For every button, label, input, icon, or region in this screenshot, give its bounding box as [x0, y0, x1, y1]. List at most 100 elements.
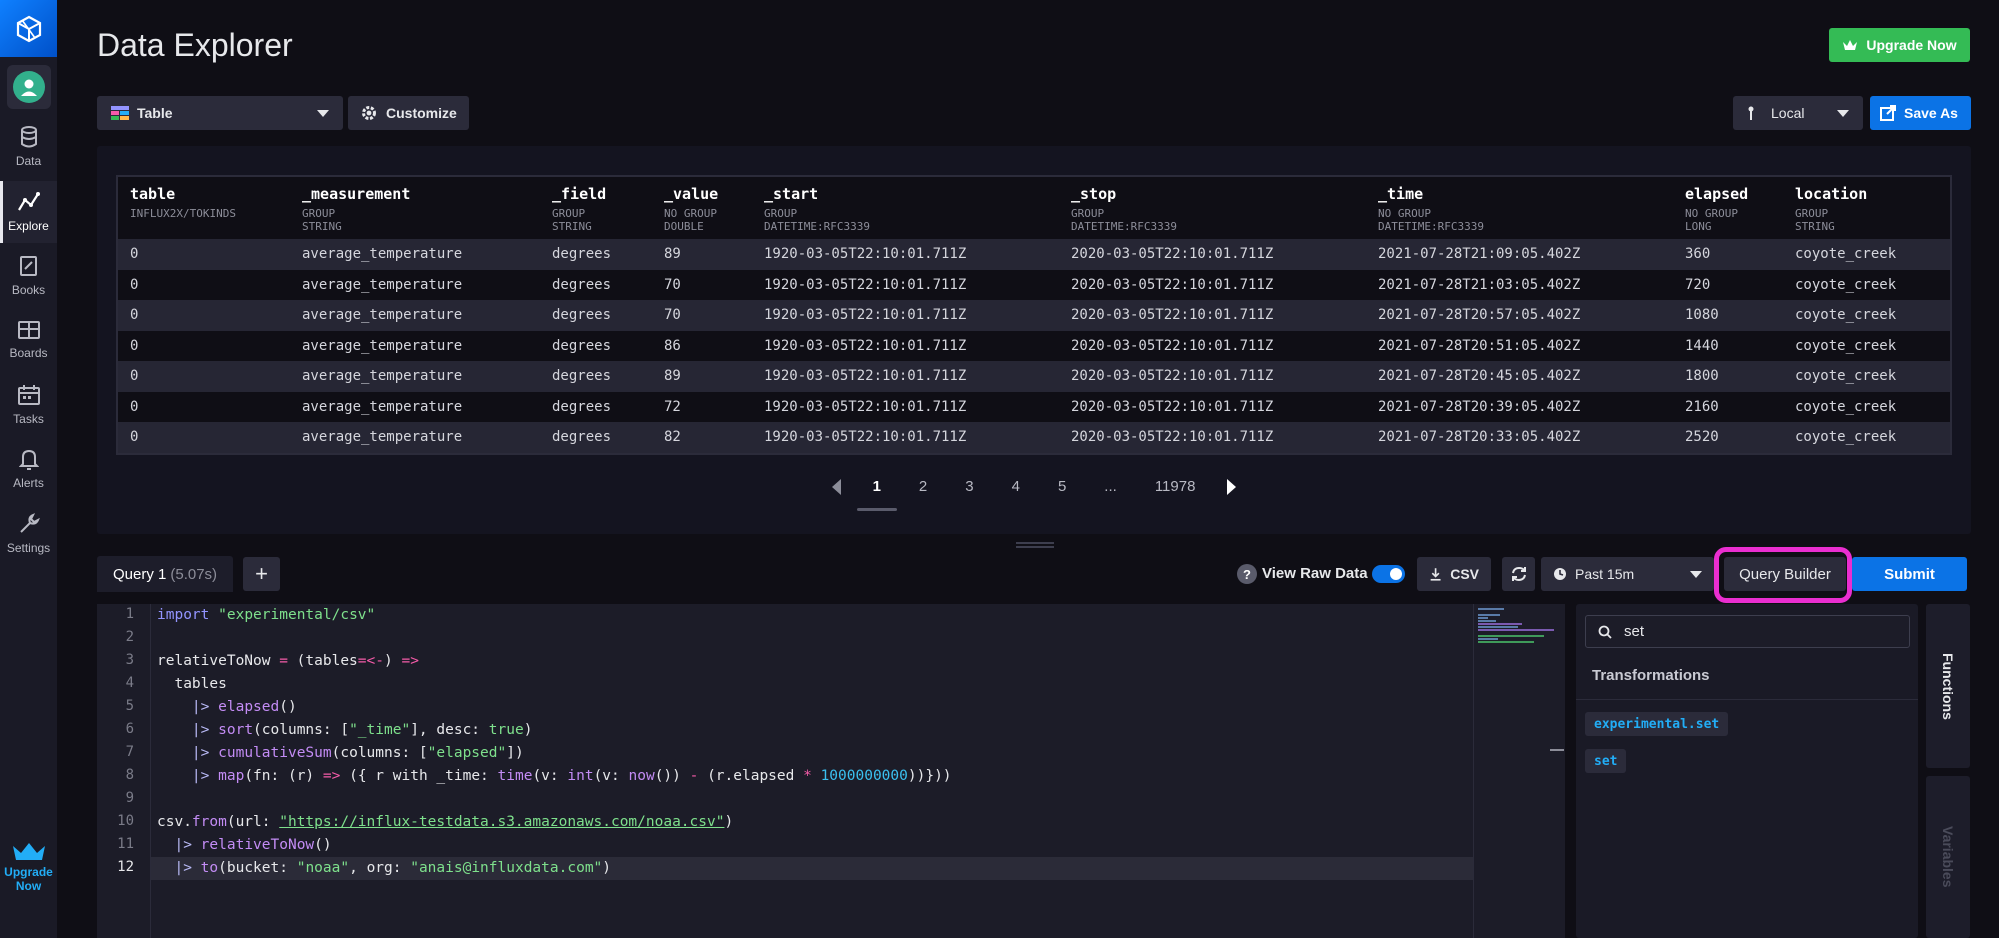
- column-header[interactable]: location GROUP STRING: [1783, 177, 1950, 239]
- table-cell: degrees: [540, 300, 652, 331]
- table-cell: coyote_creek: [1783, 422, 1950, 453]
- column-header[interactable]: _stop GROUP DATETIME:RFC3339: [1059, 177, 1366, 239]
- column-header[interactable]: _time NO GROUP DATETIME:RFC3339: [1366, 177, 1673, 239]
- refresh-button[interactable]: [1502, 557, 1535, 591]
- table-cell: average_temperature: [290, 361, 540, 392]
- query-tab-1[interactable]: Query 1 (5.07s): [97, 556, 233, 592]
- csv-download-button[interactable]: CSV: [1417, 557, 1491, 591]
- column-header[interactable]: elapsed NO GROUP LONG: [1673, 177, 1783, 239]
- table-cell: average_temperature: [290, 391, 540, 422]
- page-button[interactable]: 11978: [1149, 474, 1202, 499]
- table-row: 0 average_temperature degrees 89 1920-03-05T…: [118, 361, 1950, 392]
- code-line-1[interactable]: import "experimental/csv": [151, 604, 375, 627]
- column-header-name: table: [130, 185, 176, 203]
- line-number: 10: [117, 813, 134, 829]
- sidebar-item-explore[interactable]: Explore: [0, 181, 57, 243]
- editor-minimap[interactable]: [1473, 604, 1565, 938]
- tab-functions[interactable]: Functions: [1926, 604, 1970, 768]
- help-icon[interactable]: ?: [1237, 564, 1257, 584]
- page-button[interactable]: 5: [1052, 474, 1072, 499]
- upgrade-now-label: Upgrade Now: [1866, 37, 1957, 53]
- table-row: 0 average_temperature degrees 86 1920-03-05T…: [118, 330, 1950, 361]
- column-header[interactable]: table INFLUX2X/TOKINDS: [118, 177, 290, 239]
- column-header[interactable]: _field GROUP STRING: [540, 177, 652, 239]
- customize-button[interactable]: Customize: [348, 96, 469, 130]
- results-panel: table INFLUX2X/TOKINDS _measurement GROUP ST…: [97, 146, 1971, 534]
- upgrade-now-button[interactable]: Upgrade Now: [1829, 28, 1970, 62]
- column-header[interactable]: _value NO GROUP DOUBLE: [652, 177, 752, 239]
- visualization-type-dropdown[interactable]: Table: [97, 96, 343, 130]
- sidebar-item-boards[interactable]: Boards: [0, 309, 57, 371]
- code-line-10[interactable]: csv.from(url: "https://influx-testdata.s…: [151, 811, 733, 834]
- sidebar-item-settings[interactable]: Settings: [0, 503, 57, 565]
- user-avatar[interactable]: [6, 65, 51, 109]
- code-line-12[interactable]: |> to(bucket: "noaa", org: "anais@influx…: [151, 857, 1473, 880]
- line-number: 1: [125, 606, 134, 622]
- code-line-4[interactable]: tables: [151, 673, 226, 696]
- column-header[interactable]: _start GROUP DATETIME:RFC3339: [752, 177, 1059, 239]
- table-row: 0 average_temperature degrees 70 1920-03-05T…: [118, 269, 1950, 300]
- column-header[interactable]: _measurement GROUP STRING: [290, 177, 540, 239]
- table-cell: 89: [652, 239, 752, 270]
- function-category-heading: Transformations: [1592, 667, 1710, 684]
- next-page-icon[interactable]: [1227, 478, 1237, 495]
- table-cell: 2021-07-28T20:51:05.402Z: [1366, 330, 1673, 361]
- table-cell: 0: [118, 361, 290, 392]
- tab-variables[interactable]: Variables: [1926, 776, 1970, 938]
- graph-line-icon: [17, 192, 40, 211]
- sidebar-upgrade-now[interactable]: Upgrade Now: [0, 840, 57, 893]
- sidebar-item-alerts[interactable]: Alerts: [0, 438, 57, 500]
- export-icon: [1880, 105, 1896, 121]
- page-button[interactable]: 1: [856, 474, 898, 511]
- page-button[interactable]: 2: [913, 474, 933, 499]
- previous-page-icon[interactable]: [831, 478, 841, 495]
- code-line-5[interactable]: |> elapsed(): [151, 696, 297, 719]
- table-cell: 720: [1673, 269, 1783, 300]
- timezone-dropdown[interactable]: Local: [1733, 96, 1863, 130]
- table-cell: degrees: [540, 391, 652, 422]
- function-item-set[interactable]: set: [1585, 749, 1627, 773]
- table-cell: coyote_creek: [1783, 239, 1950, 270]
- table-cell: average_temperature: [290, 330, 540, 361]
- function-search-input[interactable]: set: [1585, 615, 1910, 648]
- save-as-button[interactable]: Save As: [1870, 96, 1971, 130]
- table-cell: 1440: [1673, 330, 1783, 361]
- table-cell: 2020-03-05T22:10:01.711Z: [1059, 422, 1366, 453]
- view-raw-data-toggle[interactable]: [1372, 565, 1405, 583]
- table-header-row: table INFLUX2X/TOKINDS _measurement GROUP ST…: [118, 177, 1950, 239]
- page-title: Data Explorer: [97, 27, 293, 63]
- table-cell: degrees: [540, 330, 652, 361]
- resize-drag-handle[interactable]: [1016, 542, 1054, 548]
- code-line-11[interactable]: |> relativeToNow(): [151, 834, 331, 857]
- script-editor[interactable]: 1 2 3 4 5 6 7 8 9 10 11 12 import "experimental/csv…: [97, 604, 1565, 938]
- code-line-6[interactable]: |> sort(columns: ["_time"], desc: true): [151, 719, 533, 742]
- query-builder-button[interactable]: Query Builder: [1724, 557, 1846, 591]
- table-cell: degrees: [540, 239, 652, 270]
- table-cell: 1920-03-05T22:10:01.711Z: [752, 269, 1059, 300]
- influxdb-logo[interactable]: [0, 0, 57, 57]
- table-cell: 2021-07-28T21:09:05.402Z: [1366, 239, 1673, 270]
- sidebar: Data Explore Books Boards Tasks Alerts S…: [0, 0, 57, 938]
- table-cell: 0: [118, 330, 290, 361]
- table-cell: 1920-03-05T22:10:01.711Z: [752, 422, 1059, 453]
- gear-icon: [362, 106, 376, 120]
- page-button[interactable]: 4: [1006, 474, 1026, 499]
- code-line-3[interactable]: relativeToNow = (tables=<-) =>: [151, 650, 419, 673]
- refresh-icon: [1511, 566, 1526, 582]
- sidebar-item-data[interactable]: Data: [0, 116, 57, 178]
- sidebar-item-tasks[interactable]: Tasks: [0, 374, 57, 436]
- sidebar-item-books[interactable]: Books: [0, 245, 57, 307]
- table-cell: average_temperature: [290, 300, 540, 331]
- column-header-name: elapsed: [1685, 185, 1749, 203]
- function-item-experimental-set[interactable]: experimental.set: [1585, 712, 1729, 736]
- code-line-7[interactable]: |> cumulativeSum(columns: ["elapsed"]): [151, 742, 524, 765]
- code-line-8[interactable]: |> map(fn: (r) => ({ r with _time: time(…: [151, 765, 952, 788]
- column-header-name: _measurement: [302, 185, 411, 203]
- add-query-button[interactable]: +: [243, 557, 280, 591]
- upgrade-line1: Upgrade: [4, 865, 53, 879]
- table-cell: 72: [652, 391, 752, 422]
- time-range-label: Past 15m: [1575, 566, 1635, 582]
- page-button[interactable]: 3: [959, 474, 979, 499]
- submit-button[interactable]: Submit: [1852, 557, 1967, 591]
- time-range-dropdown[interactable]: Past 15m: [1541, 557, 1714, 591]
